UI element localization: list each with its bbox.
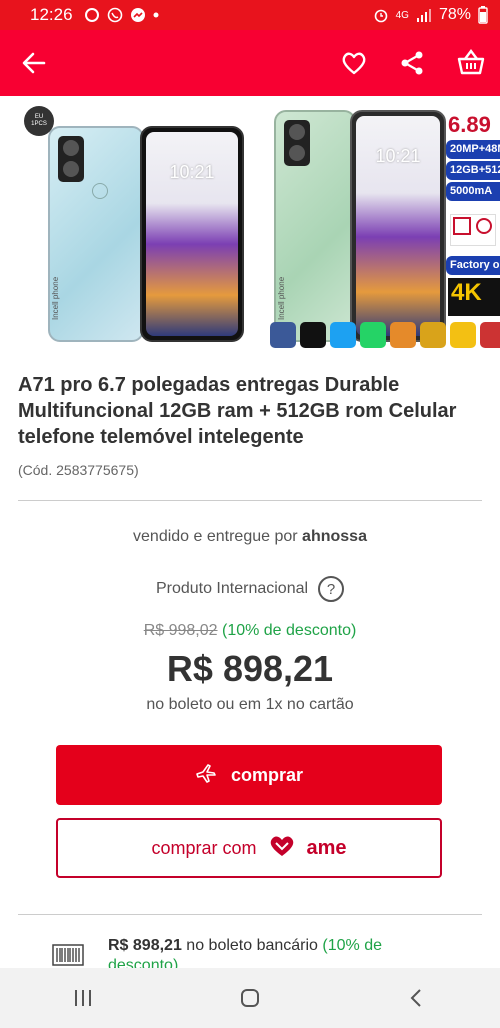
phone-brand-text: Incell phone [277,276,286,320]
share-icon[interactable] [398,49,426,77]
buy-button-label: comprar [230,764,304,785]
battery-percent: 78% [438,6,471,23]
product-image-gallery[interactable]: EU 1PCS Incell phone 10:21 Incell phone … [0,96,500,358]
status-bar: 12:26 4G 78% [0,0,500,30]
app-bar [0,30,500,96]
whatsapp-app-icon [360,322,386,348]
payment-terms: no boleto ou em 1x no cartão [146,696,354,713]
phone-brand-text: Incell phone [51,276,60,320]
divider [18,500,482,501]
old-price-row: R$ 998,02 (10% de desconto) [0,622,500,640]
airplane-icon [195,762,217,789]
spec-battery: 5000mA [446,182,500,201]
whatsapp-icon [107,7,123,23]
twitter-icon [330,322,356,348]
old-price: R$ 998,02 [143,622,218,639]
international-label: Produto Internacional [155,580,309,597]
current-price: R$ 898,21 [166,648,334,689]
game-icon [390,322,416,348]
discount-label: (10% de desconto) [221,622,357,639]
phone-back-image: Incell phone [48,126,144,342]
ame-button-label: comprar com [151,837,257,858]
phone-clock: 10:21 [169,162,215,182]
barcode-icon [52,944,84,966]
notification-icon [84,7,100,23]
spec-memory: 12GB+512G [446,161,500,180]
seller-prefix: vendido e entregue por [133,528,298,545]
camera-icon [284,120,310,166]
product-title: A71 pro 6.7 polegadas entregas Durable M… [18,374,457,448]
heart-icon[interactable] [340,49,368,77]
game-icon-3 [450,322,476,348]
seller-name[interactable]: ahnossa [302,528,367,545]
phone-back-image-green: Incell phone [274,110,356,342]
tiktok-icon [300,322,326,348]
app-icons-row [270,322,500,348]
screen-size-label: 6.89 [448,112,491,137]
facebook-icon [270,322,296,348]
home-icon[interactable] [230,978,270,1018]
status-time: 12:26 [30,5,73,24]
buy-button[interactable]: comprar [56,745,442,805]
boleto-label: no boleto bancário [186,937,318,954]
phone-clock: 10:21 [375,146,421,166]
game-icon-2 [420,322,446,348]
fingerprint-icon [92,183,108,199]
ame-logo: ame [306,836,347,859]
factory-outlet-label: Factory outl [446,256,500,275]
system-nav-bar [0,968,500,1028]
face-id-icon [450,214,496,246]
4k-badge: 4K [448,278,500,316]
alarm-icon [373,7,389,23]
game-icon-4 [480,322,500,348]
boleto-price: R$ 898,21 [108,937,182,954]
ame-heart-icon [267,834,297,863]
ame-pay-button[interactable]: comprar com ame [56,818,442,878]
help-icon[interactable]: ? [318,576,345,602]
messenger-icon [130,7,146,23]
product-code: (Cód. 2583775675) [18,462,139,478]
signal-icon [416,7,432,23]
dot-icon [153,12,159,18]
phone-front-image: 10:21 [140,126,244,342]
network-label: 4G [395,9,409,21]
seller-info: vendido e entregue por ahnossa [0,528,500,546]
camera-icon [58,136,84,182]
back-arrow-icon[interactable] [20,49,48,77]
phone-front-image-2: 10:21 [350,110,446,342]
battery-icon [478,6,488,24]
recent-apps-icon[interactable] [63,978,103,1018]
nav-back-icon[interactable] [397,978,437,1018]
divider [18,914,482,915]
spec-camera: 20MP+48M [446,140,500,159]
basket-icon[interactable] [456,47,486,77]
international-product: Produto Internacional ? [0,576,500,602]
